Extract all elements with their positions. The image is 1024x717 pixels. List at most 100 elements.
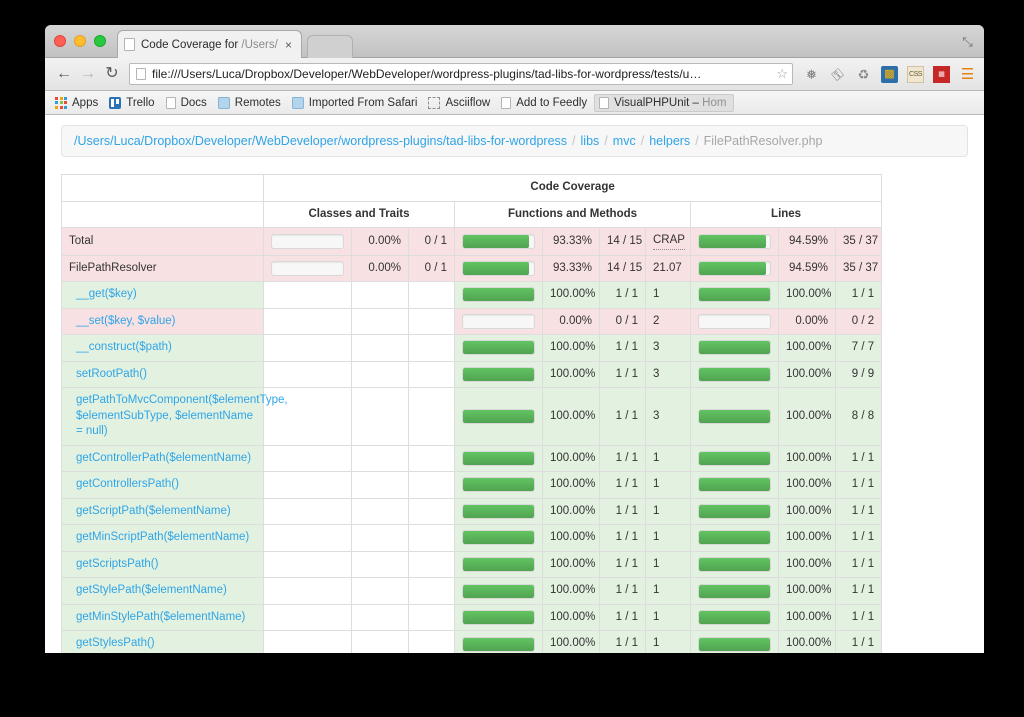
crap-cell: 1 <box>645 577 691 605</box>
tab-title: Code Coverage for /Users/ <box>141 38 278 51</box>
coverage-progress-bar <box>462 450 535 466</box>
coverage-progress-fill <box>463 637 534 651</box>
row-name-cell: __construct($path) <box>61 334 264 362</box>
table-row: getControllerPath($elementName) 100.00% 1 … <box>61 444 883 473</box>
key-icon[interactable]: ⚿ <box>826 62 850 86</box>
row-name-cell: getStylePath($elementName) <box>61 577 264 605</box>
close-tab-button[interactable]: × <box>282 38 295 52</box>
forward-button[interactable]: → <box>77 63 99 85</box>
browser-tab-active[interactable]: Code Coverage for /Users/ × <box>117 30 302 58</box>
method-link[interactable]: setRootPath() <box>76 368 147 380</box>
lines-ratio-cell: 1 / 1 <box>834 630 883 653</box>
bookmark-visualphpunit[interactable]: VisualPHPUnit – Hom <box>594 93 735 112</box>
table-row: getPathToMvcComponent($elementType, $ele… <box>61 387 883 446</box>
bookmark-star-icon[interactable]: ☆ <box>772 66 788 82</box>
functions-pct-cell: 100.00% <box>542 524 600 552</box>
breadcrumb-link-libs[interactable]: libs <box>581 134 600 148</box>
classes-and-traits-header: Classes and Traits <box>263 200 455 229</box>
evernote-icon[interactable]: ❅ <box>803 66 820 83</box>
breadcrumb-link-helpers[interactable]: helpers <box>649 134 690 148</box>
fullscreen-icon[interactable]: ⤡ <box>959 33 976 50</box>
file-scheme-icon <box>136 68 146 80</box>
bookmark-docs[interactable]: Docs <box>162 94 214 112</box>
method-link[interactable]: getPathToMvcComponent($elementType, $ele… <box>76 394 288 437</box>
address-bar[interactable]: file:///Users/Luca/Dropbox/Developer/Web… <box>129 63 793 85</box>
lines-pct-cell: 100.00% <box>778 471 836 499</box>
progress-bar-cell <box>263 630 352 653</box>
progress-bar-cell <box>690 471 779 499</box>
functions-ratio-cell: 1 / 1 <box>599 360 646 389</box>
lines-ratio-cell: 8 / 8 <box>834 387 883 446</box>
progress-bar-cell <box>454 577 543 605</box>
row-name-cell: setRootPath() <box>61 360 264 389</box>
close-window-button[interactable] <box>54 35 66 47</box>
method-link[interactable]: getStylePath($elementName) <box>76 584 227 596</box>
classes-pct-cell <box>351 444 409 473</box>
coverage-progress-fill <box>699 234 767 248</box>
table-row: setRootPath() 100.00% 1 / 1 3 100.00% 9 / 9 <box>61 360 883 389</box>
window-controls <box>54 35 106 47</box>
coverage-progress-bar <box>462 366 535 382</box>
method-link[interactable]: getMinStylePath($elementName) <box>76 611 245 623</box>
method-link[interactable]: getControllersPath() <box>76 478 179 490</box>
book-icon[interactable]: ▦ <box>933 65 950 83</box>
coverage-progress-bar <box>698 340 771 356</box>
method-link[interactable]: getScriptPath($elementName) <box>76 505 231 517</box>
functions-ratio-cell: 1 / 1 <box>599 603 646 632</box>
progress-bar-cell <box>690 550 779 579</box>
progress-bar-cell <box>690 334 779 362</box>
bookmark-asciiflow[interactable]: Asciiflow <box>424 94 497 112</box>
row-name-cell: getScriptsPath() <box>61 550 264 579</box>
coverage-progress-bar <box>462 556 535 572</box>
minimize-window-button[interactable] <box>74 35 86 47</box>
functions-ratio-cell: 1 / 1 <box>599 497 646 526</box>
method-link[interactable]: getStylesPath() <box>76 637 155 649</box>
new-tab-button[interactable] <box>307 35 353 58</box>
coverage-progress-fill <box>463 478 534 492</box>
crap-cell: CRAP <box>645 227 691 256</box>
method-link[interactable]: __set($key, $value) <box>76 315 176 327</box>
lines-pct-cell: 100.00% <box>778 497 836 526</box>
bar-chart-icon[interactable]: ▩ <box>881 65 898 83</box>
coverage-progress-bar <box>462 313 535 329</box>
progress-bar-cell <box>690 497 779 526</box>
row-name-cell: getControllerPath($elementName) <box>61 444 264 473</box>
coverage-progress-fill <box>699 261 767 275</box>
method-link[interactable]: __get($key) <box>76 288 137 300</box>
method-link[interactable]: getMinScriptPath($elementName) <box>76 531 249 543</box>
zoom-window-button[interactable] <box>94 35 106 47</box>
reload-button[interactable]: ↻ <box>101 63 123 85</box>
empty-corner-cell <box>61 174 264 202</box>
row-name-cell: getStylesPath() <box>61 630 264 653</box>
classes-pct-cell <box>351 281 409 309</box>
bookmark-label: Remotes <box>234 96 281 109</box>
back-button[interactable]: ← <box>53 63 75 85</box>
progress-bar-cell <box>263 254 352 283</box>
coverage-progress-fill <box>699 584 770 598</box>
coverage-progress-fill <box>699 557 770 571</box>
method-link[interactable]: __construct($path) <box>76 341 172 353</box>
method-link[interactable]: getScriptsPath() <box>76 558 158 570</box>
bookmark-remotes[interactable]: Remotes <box>214 94 288 112</box>
coverage-progress-bar <box>462 503 535 519</box>
breadcrumb-root-link[interactable]: /Users/Luca/Dropbox/Developer/WebDevelop… <box>74 134 567 148</box>
css-icon[interactable]: CSS <box>907 65 924 83</box>
table-row: getStylesPath() 100.00% 1 / 1 1 100.00% 1 / 1 <box>61 630 883 653</box>
recycle-icon[interactable]: ♻ <box>855 66 872 83</box>
lines-ratio-cell: 1 / 1 <box>834 471 883 499</box>
lines-ratio-cell: 1 / 1 <box>834 497 883 526</box>
breadcrumb-link-mvc[interactable]: mvc <box>613 134 636 148</box>
bookmark-trello[interactable]: Trello <box>105 94 161 112</box>
bookmark-imported-from-safari[interactable]: Imported From Safari <box>288 94 425 112</box>
table-row: getScriptsPath() 100.00% 1 / 1 1 100.00% 1 / … <box>61 550 883 579</box>
functions-pct-cell: 93.33% <box>542 254 600 283</box>
browser-window: Code Coverage for /Users/ × ⤡ ← → ↻ file… <box>45 25 984 653</box>
classes-ratio-cell <box>408 577 455 605</box>
coverage-progress-fill <box>699 531 770 545</box>
dashed-box-icon <box>428 96 441 109</box>
bookmark-add-to-feedly[interactable]: Add to Feedly <box>497 94 594 112</box>
chrome-menu-icon[interactable]: ☰ <box>959 66 976 83</box>
method-link[interactable]: getControllerPath($elementName) <box>76 452 251 464</box>
coverage-progress-fill <box>699 409 770 423</box>
bookmark-apps[interactable]: Apps <box>51 94 105 112</box>
